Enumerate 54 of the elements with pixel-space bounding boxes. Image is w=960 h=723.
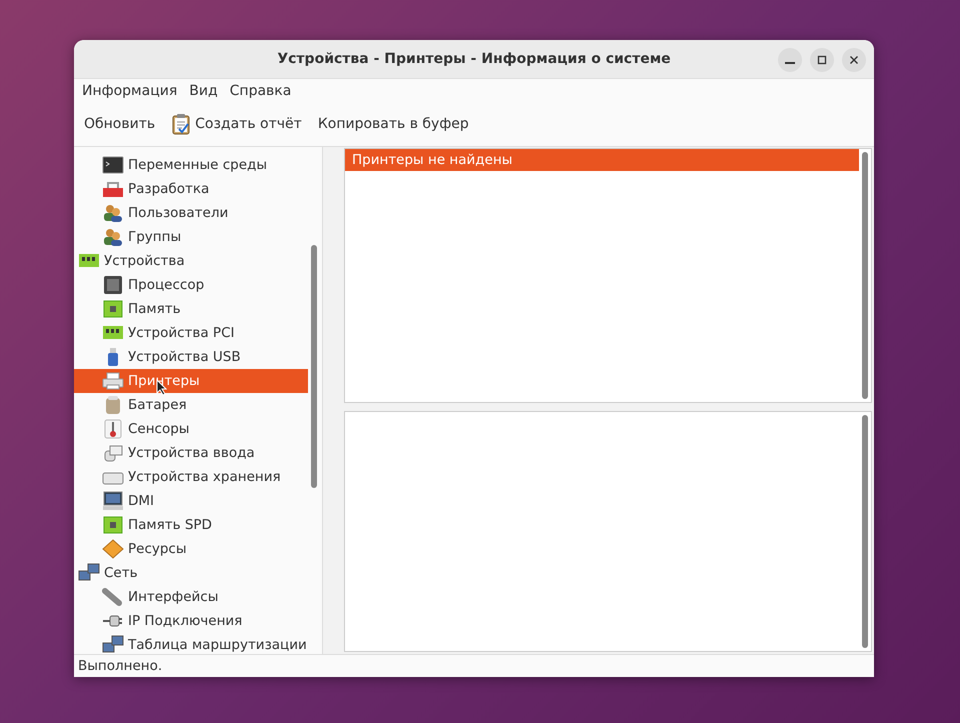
result-row[interactable]: Принтеры не найдены [345,149,859,171]
memory-chip-icon [102,299,124,319]
toolbar-button[interactable]: Обновить [78,112,162,136]
terminal-icon [102,155,124,175]
tree-item[interactable]: Устройства хранения [74,465,308,489]
close-icon [849,55,859,65]
tree-item[interactable]: Интерфейсы [74,585,308,609]
tree-item[interactable]: Устройства ввода [74,441,308,465]
network-icon [78,563,100,583]
menu-item[interactable]: Справка [224,82,298,98]
close-button[interactable] [842,48,866,72]
users-icon [102,227,124,247]
tree-item[interactable]: Ресурсы [74,537,308,561]
users-icon [102,203,124,223]
tree-item[interactable]: DMI [74,489,308,513]
clipboard-icon [171,113,192,135]
scrollbar-thumb[interactable] [862,415,868,648]
cable-icon [102,587,124,607]
tree-item[interactable]: Сенсоры [74,417,308,441]
tree-item[interactable]: Память SPD [74,513,308,537]
printer-icon [102,371,124,391]
minimize-icon [785,62,795,64]
tree-item[interactable]: Устройства PCI [74,321,308,345]
minimize-button[interactable] [778,48,802,72]
tree-item[interactable]: Таблица маршрутизации [74,633,308,654]
tree-item[interactable]: Батарея [74,393,308,417]
tree-item[interactable]: Устройства [74,249,308,273]
maximize-button[interactable] [810,48,834,72]
chip-icon [102,275,124,295]
scrollbar-thumb[interactable] [311,245,317,488]
toolbar-button[interactable]: Копировать в буфер [312,112,475,136]
scrollbar-thumb[interactable] [862,152,868,399]
tree-item[interactable]: Разработка [74,177,308,201]
tree-item[interactable]: IP Подключения [74,609,308,633]
memory-chip-icon [102,515,124,535]
tree-item[interactable]: Память [74,297,308,321]
toolbar-button[interactable]: Создать отчёт [165,109,308,139]
status-text: Выполнено. [78,658,162,674]
toolbox-icon [102,179,124,199]
tree-item[interactable]: Сеть [74,561,308,585]
menu-item[interactable]: Вид [183,82,224,98]
network-icon [102,635,124,654]
tree-item[interactable]: Принтеры [74,369,308,393]
tree-item[interactable]: Устройства USB [74,345,308,369]
window-title: Устройства - Принтеры - Информация о системе [277,51,671,67]
tree-item[interactable]: Пользователи [74,201,308,225]
tree-item[interactable]: Процессор [74,273,308,297]
tree-item[interactable]: Переменные среды [74,153,308,177]
input-device-icon [102,443,124,463]
maximize-icon [817,55,827,65]
tree-item[interactable]: Группы [74,225,308,249]
computer-icon [102,491,124,511]
thermometer-icon [102,419,124,439]
menu-item[interactable]: Информация [76,82,184,98]
